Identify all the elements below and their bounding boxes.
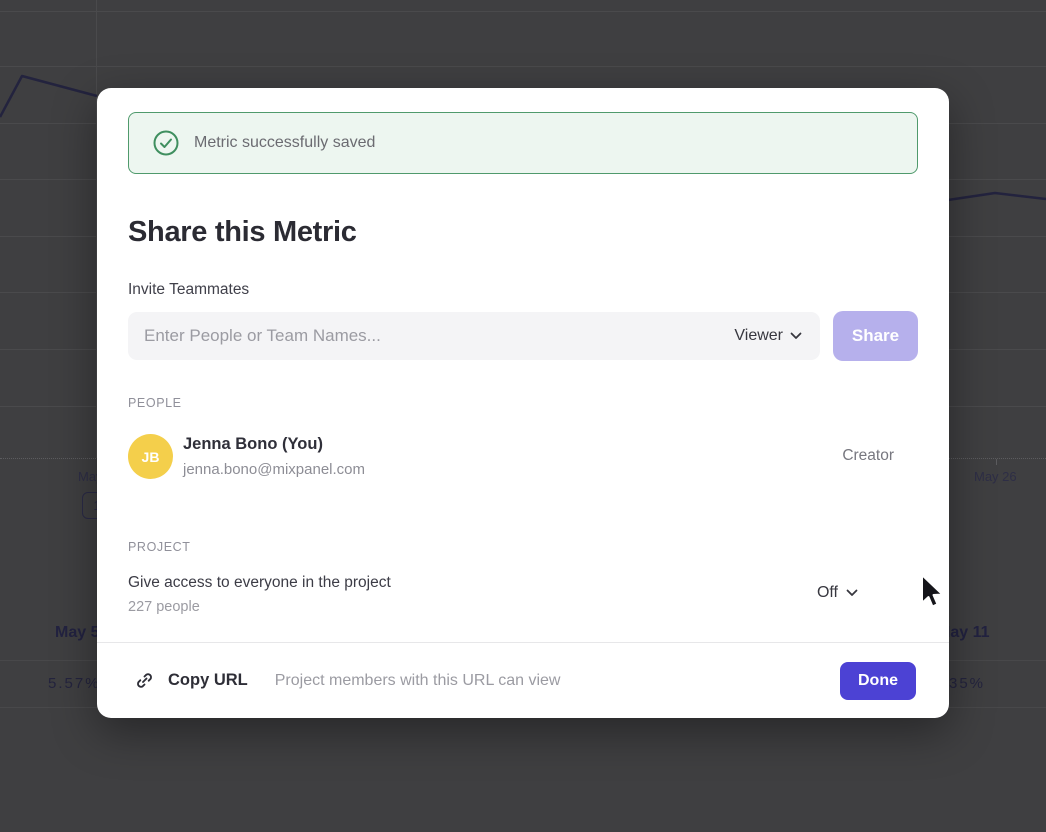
person-info: Jenna Bono (You) jenna.bono@mixpanel.com xyxy=(183,435,365,478)
project-access-title: Give access to everyone in the project xyxy=(128,574,918,592)
chevron-down-icon xyxy=(846,584,858,602)
invite-input-container: Viewer xyxy=(128,312,820,360)
project-people-count: 227 people xyxy=(128,599,918,615)
role-dropdown-value: Viewer xyxy=(734,327,783,345)
table-value-right: 35% xyxy=(949,675,985,692)
person-row: JB Jenna Bono (You) jenna.bono@mixpanel.… xyxy=(128,434,918,479)
done-button[interactable]: Done xyxy=(840,662,916,700)
person-email: jenna.bono@mixpanel.com xyxy=(183,461,365,478)
project-section-label: PROJECT xyxy=(128,540,191,554)
invite-teammates-label: Invite Teammates xyxy=(128,281,249,299)
success-check-icon xyxy=(153,130,179,156)
project-access-value: Off xyxy=(817,584,838,602)
table-value-left: 5.57% xyxy=(48,675,101,692)
share-metric-modal: Metric successfully saved Share this Met… xyxy=(97,88,949,718)
chevron-down-icon xyxy=(790,327,802,345)
person-name: Jenna Bono (You) xyxy=(183,435,365,454)
invite-input-row: Viewer Share xyxy=(128,312,918,360)
invite-people-input[interactable] xyxy=(144,326,734,346)
copy-url-button[interactable]: Copy URL xyxy=(135,671,248,690)
modal-title: Share this Metric xyxy=(128,216,357,249)
share-button[interactable]: Share xyxy=(833,311,918,361)
project-access-dropdown[interactable]: Off xyxy=(817,584,858,602)
table-date-left: May 5 xyxy=(55,624,99,642)
x-tick-label-right: May 26 xyxy=(974,469,1017,484)
person-role-label: Creator xyxy=(842,447,894,465)
url-permission-hint: Project members with this URL can view xyxy=(275,672,561,690)
copy-url-label: Copy URL xyxy=(168,671,248,690)
avatar: JB xyxy=(128,434,173,479)
role-dropdown[interactable]: Viewer xyxy=(734,327,802,345)
link-icon xyxy=(135,671,154,690)
modal-footer: Copy URL Project members with this URL c… xyxy=(97,642,949,718)
success-banner-message: Metric successfully saved xyxy=(194,134,375,152)
people-section-label: PEOPLE xyxy=(128,396,182,410)
project-access-row: Give access to everyone in the project 2… xyxy=(128,574,918,615)
success-banner: Metric successfully saved xyxy=(128,112,918,174)
